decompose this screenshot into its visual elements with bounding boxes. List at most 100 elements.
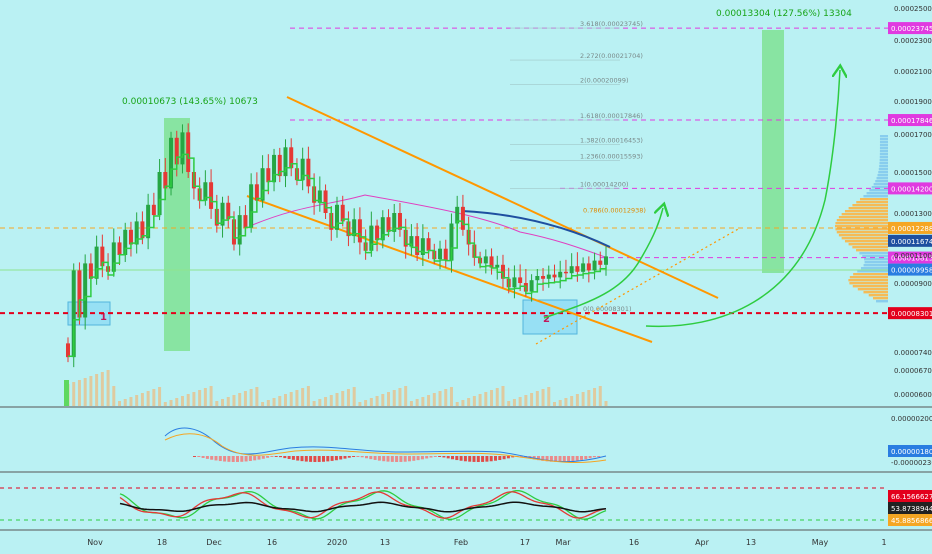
volume-bar — [192, 392, 196, 406]
macd-histogram-bar — [567, 456, 571, 462]
volume-bar — [266, 400, 270, 406]
volume-bar — [552, 402, 556, 406]
time-axis[interactable]: Nov 18 Dec 16 2020 13 Feb 17 Mar 16 Apr 13 May 1 — [87, 538, 886, 547]
volume-bar — [501, 386, 505, 406]
macd-histogram-bar — [304, 456, 308, 462]
macd-histogram-bar — [438, 456, 442, 457]
volume-profile-bar — [862, 255, 888, 258]
volume-profile-bar — [838, 216, 888, 219]
macd-histogram-bar — [403, 456, 407, 462]
price-tick-label: 0.00017000 — [894, 131, 932, 139]
volume-bar — [375, 396, 379, 406]
volume-profile-bar — [849, 282, 888, 285]
macd-histogram-bar — [377, 456, 381, 461]
candle-body — [237, 215, 242, 245]
stochastic-pane[interactable]: 66.15666274 53.87389441 45.88568667 — [0, 487, 932, 526]
price-tick-label: 0.00009000 — [894, 280, 932, 288]
volume-bar — [467, 398, 471, 406]
chart-canvas[interactable]: 0.00010673 (143.65%) 10673 0.00013304 (1… — [0, 0, 932, 550]
macd-histogram-bar — [270, 456, 274, 457]
volume-bar — [507, 401, 511, 406]
stoch-tick-label: 45.88568667 — [891, 517, 932, 525]
price-marker-label: 0.00014200 — [891, 185, 932, 193]
macd-histogram-bar — [468, 456, 472, 462]
volume-bar — [243, 391, 247, 406]
volume-bar — [283, 394, 287, 406]
macd-histogram-bar — [296, 456, 300, 461]
volume-bar — [123, 399, 127, 406]
volume-bar — [398, 388, 402, 406]
volume-bar — [427, 395, 431, 406]
price-marker-label: 0.00008301 — [891, 310, 932, 318]
fib-label: 2.272(0.00021704) — [580, 52, 643, 60]
macd-histogram-bar — [433, 456, 437, 457]
volume-bar — [329, 395, 333, 406]
volume-bar — [238, 393, 242, 406]
volume-profile-bar — [836, 219, 888, 222]
volume-bar — [564, 398, 568, 406]
macd-histogram-bar — [580, 456, 583, 460]
macd-pane[interactable]: 0.00000200 0.00000180 -0.00000230 — [164, 415, 932, 467]
macd-histogram-bar — [334, 456, 338, 461]
candle-body — [438, 248, 443, 260]
fib-label: 1.236(0.00015593) — [580, 153, 643, 161]
candle-body — [151, 204, 156, 216]
volume-profile-bar — [863, 195, 888, 198]
candle-body — [386, 217, 391, 232]
volume-bar — [221, 399, 225, 406]
volume-profile-bar — [875, 180, 888, 183]
volume-bar — [180, 396, 184, 406]
price-tick-label: 0.00013000 — [894, 210, 932, 218]
macd-histogram-bar — [283, 456, 287, 459]
volume-profile-bar — [878, 171, 888, 174]
volume-bar — [535, 391, 539, 406]
volume-profile-bar — [879, 156, 888, 159]
price-tick-label: 0.00015000 — [894, 169, 932, 177]
measure-label-2: 0.00013304 (127.56%) 13304 — [716, 9, 852, 19]
macd-histogram-bar — [309, 456, 313, 462]
price-pane[interactable] — [0, 0, 888, 407]
macd-histogram-bar — [588, 456, 592, 459]
volume-bar — [146, 391, 150, 406]
candle-body — [546, 274, 551, 279]
time-axis-label: 13 — [380, 538, 390, 547]
volume-bar — [484, 392, 488, 406]
macd-histogram-bar — [244, 456, 248, 462]
volume-profile-bar — [879, 162, 888, 165]
macd-histogram-bar — [227, 456, 231, 462]
macd-histogram-bar — [279, 456, 282, 458]
candle-body — [592, 260, 597, 271]
macd-histogram-bar — [399, 456, 403, 462]
volume-profile-bar — [873, 183, 888, 186]
candle-body — [581, 263, 586, 272]
volume-bar — [541, 389, 545, 406]
price-marker-label: 0.00011674 — [891, 238, 932, 246]
volume-bar — [352, 387, 356, 406]
volume-bar — [369, 398, 373, 406]
measure-box-2 — [762, 30, 784, 273]
macd-histogram-bar — [261, 456, 265, 459]
price-tick-label: 0.00007400 — [894, 349, 932, 357]
macd-histogram-bar — [343, 456, 347, 459]
macd-histogram-bar — [356, 456, 360, 457]
volume-bar — [306, 386, 310, 406]
stoch-tick-label: 66.15666274 — [891, 493, 932, 501]
macd-histogram-bar — [408, 456, 411, 462]
price-marker-label: 0.00009958 — [891, 267, 932, 275]
macd-histogram-bar — [193, 456, 196, 457]
volume-bar — [512, 399, 516, 406]
candle-body — [558, 271, 563, 278]
candle-body — [598, 260, 603, 265]
candle-body — [495, 264, 500, 268]
volume-profile-bar — [879, 141, 888, 144]
volume-bar — [604, 401, 608, 406]
volume-bar — [455, 402, 459, 406]
macd-histogram-bar — [330, 456, 334, 461]
macd-histogram-bar — [218, 456, 222, 462]
macd-histogram-bar — [485, 456, 489, 462]
stoch-tick-label: 53.87389441 — [891, 505, 932, 513]
volume-bar — [335, 393, 339, 406]
time-axis-label: 16 — [629, 538, 639, 547]
volume-profile-bar — [835, 222, 888, 225]
time-axis-label: 1 — [881, 538, 886, 547]
